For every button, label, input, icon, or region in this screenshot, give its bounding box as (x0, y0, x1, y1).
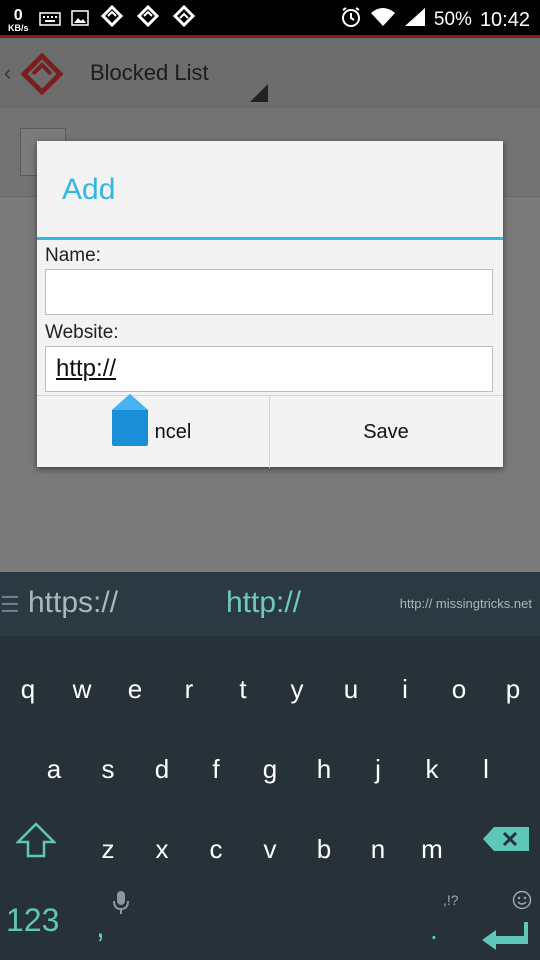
key-l[interactable]: l (459, 754, 513, 785)
battery-percent: 50% (433, 9, 472, 30)
key-q[interactable]: q (1, 674, 55, 705)
text-cursor-handle-icon[interactable] (112, 394, 148, 446)
backspace-icon[interactable] (482, 826, 530, 852)
key-c[interactable]: c (189, 834, 243, 865)
keyboard-icon (38, 6, 61, 34)
emoji-icon[interactable] (512, 890, 532, 910)
back-chevron-icon[interactable]: ‹ (4, 60, 11, 86)
watermark-text: http:// missingtricks.net (399, 596, 532, 611)
key-t[interactable]: t (216, 674, 270, 705)
key-b[interactable]: b (297, 834, 351, 865)
soft-keyboard: q w e r t y u i o p a s d f g h j k l z … (0, 636, 540, 960)
app-bar: ‹ Blocked List (0, 38, 540, 108)
signal-icon (404, 7, 426, 33)
key-r[interactable]: r (162, 674, 216, 705)
suggestion-item[interactable]: http:// (226, 586, 301, 620)
suggestion-strip: ☰ https:// http:// http:// missingtricks… (0, 572, 540, 636)
key-a[interactable]: a (27, 754, 81, 785)
dialog-button-row: ncel Save (37, 395, 503, 468)
key-j[interactable]: j (351, 754, 405, 785)
add-dialog: Add Name: Website: ncel Save (37, 141, 503, 468)
save-button-label: Save (363, 421, 409, 443)
app-notification-icon (135, 4, 161, 36)
save-button[interactable]: Save (270, 396, 502, 468)
key-o[interactable]: o (432, 674, 486, 705)
dropdown-corner-icon[interactable] (250, 84, 268, 102)
alarm-icon (340, 6, 362, 34)
suggestion-item[interactable]: https:// (28, 586, 118, 620)
name-label: Name: (45, 245, 101, 266)
microphone-icon[interactable] (112, 890, 130, 916)
menu-icon[interactable]: ☰ (0, 592, 20, 618)
punctuation-hint: ,!? (443, 892, 459, 908)
key-h[interactable]: h (297, 754, 351, 785)
key-g[interactable]: g (243, 754, 297, 785)
key-n[interactable]: n (351, 834, 405, 865)
key-v[interactable]: v (243, 834, 297, 865)
key-k[interactable]: k (405, 754, 459, 785)
key-p[interactable]: p (486, 674, 540, 705)
app-notification-icon (99, 4, 125, 36)
shift-icon[interactable] (16, 822, 56, 858)
key-d[interactable]: d (135, 754, 189, 785)
period-key[interactable]: . (430, 914, 438, 946)
key-x[interactable]: x (135, 834, 189, 865)
status-bar: 0 KB/s 50% 10:42 (0, 0, 540, 38)
key-y[interactable]: y (270, 674, 324, 705)
comma-key[interactable]: , (96, 908, 105, 945)
key-s[interactable]: s (81, 754, 135, 785)
key-w[interactable]: w (55, 674, 109, 705)
website-label: Website: (45, 322, 119, 343)
key-e[interactable]: e (108, 674, 162, 705)
image-icon (70, 6, 89, 34)
page-title: Blocked List (90, 60, 209, 85)
key-i[interactable]: i (378, 674, 432, 705)
app-notification-icon (171, 4, 197, 36)
enter-icon[interactable] (480, 920, 530, 950)
key-z[interactable]: z (81, 834, 135, 865)
dialog-title: Add (62, 173, 116, 206)
name-field[interactable] (45, 269, 493, 315)
cancel-button[interactable]: ncel (37, 396, 270, 468)
app-logo-icon[interactable] (20, 52, 64, 96)
dialog-title-divider (37, 237, 503, 240)
website-field[interactable] (45, 346, 493, 392)
wifi-icon (370, 7, 396, 33)
network-speed-value: 0 (13, 6, 23, 24)
network-speed: 0 KB/s (8, 6, 29, 33)
numbers-key[interactable]: 123 (6, 902, 59, 939)
network-speed-unit: KB/s (8, 22, 29, 33)
key-f[interactable]: f (189, 754, 243, 785)
clock-time: 10:42 (479, 8, 530, 31)
key-u[interactable]: u (324, 674, 378, 705)
key-m[interactable]: m (405, 834, 459, 865)
